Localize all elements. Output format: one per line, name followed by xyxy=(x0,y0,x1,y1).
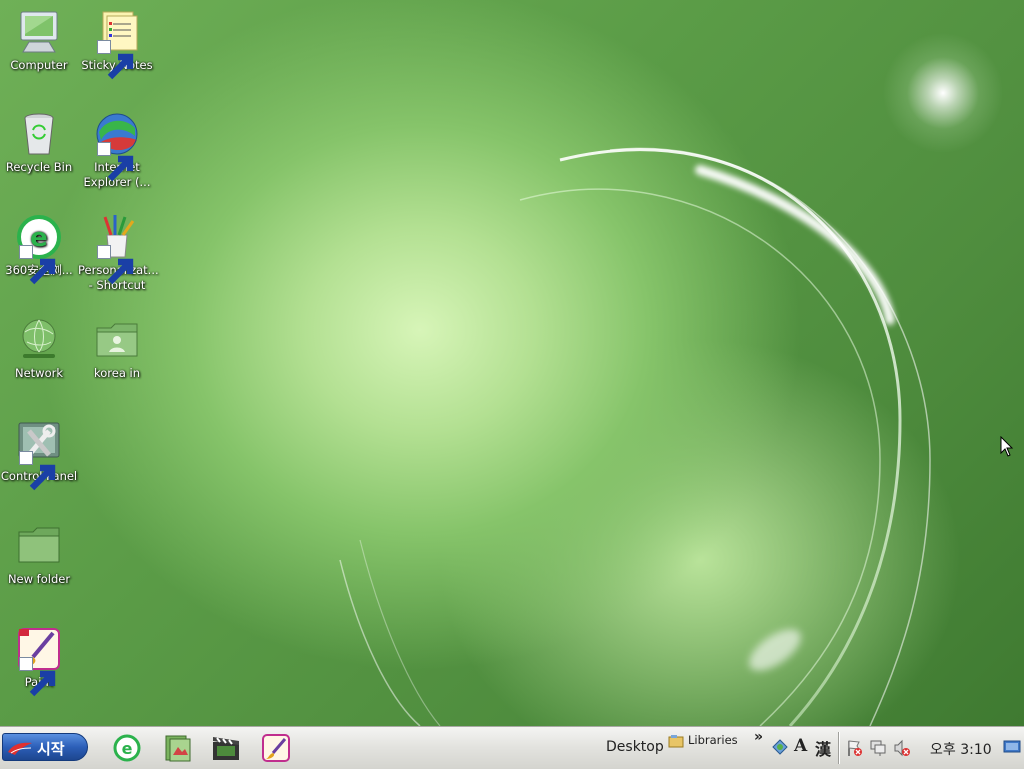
photo-viewer-icon xyxy=(165,735,191,762)
desktop-icon-new-folder[interactable]: New folder xyxy=(0,522,78,587)
desktop-icon-control-panel[interactable]: Control Panel xyxy=(0,419,78,491)
start-label: 시작 xyxy=(37,740,65,758)
network-icon xyxy=(15,316,63,364)
tray-divider xyxy=(838,732,840,764)
shortcut-arrow-icon xyxy=(19,657,56,697)
desktop-icon-recycle-bin[interactable]: Recycle Bin xyxy=(0,110,78,175)
quick-launch-paint[interactable] xyxy=(261,733,293,763)
quick-launch-media-player[interactable] xyxy=(211,733,243,763)
browser-icon: e xyxy=(113,734,141,762)
taskbar: 시작 e Desktop Libraries » A 漢 오후 3:10 xyxy=(0,726,1024,769)
desktop-icon-label: Computer xyxy=(10,58,68,72)
media-player-icon xyxy=(213,737,239,760)
desktop-icon-paint[interactable]: Paint xyxy=(0,625,78,697)
network-tray-icon[interactable] xyxy=(869,739,887,757)
desktop-icon-label: New folder xyxy=(7,572,71,586)
sticky-notes-icon xyxy=(93,8,141,80)
desktop-icon-label: Recycle Bin xyxy=(5,160,73,174)
user-folder-icon xyxy=(93,316,141,364)
show-desktop-icon[interactable] xyxy=(1003,739,1021,757)
ime-hanja-button[interactable]: 漢 xyxy=(815,736,831,760)
control-panel-icon xyxy=(15,419,63,491)
browser-360-icon: e xyxy=(15,213,63,285)
mouse-cursor-icon xyxy=(1000,435,1014,461)
desktop-toolbar[interactable]: Desktop xyxy=(606,739,664,755)
shortcut-arrow-icon xyxy=(97,142,134,182)
shortcut-arrow-icon xyxy=(97,245,134,285)
libraries-icon xyxy=(668,735,684,748)
desktop-icon-internet-explorer[interactable]: Internet Explorer (... xyxy=(78,110,156,190)
desktop-icon-label: Network xyxy=(14,366,64,380)
ime-mode-indicator[interactable]: A xyxy=(794,736,807,756)
paint-icon xyxy=(262,734,290,762)
desktop-icon-label: korea in xyxy=(93,366,141,380)
internet-explorer-icon xyxy=(93,110,141,182)
quick-launch-browser[interactable]: e xyxy=(112,733,144,763)
shortcut-arrow-icon xyxy=(97,40,134,80)
start-logo-icon xyxy=(8,742,32,755)
paint-icon xyxy=(15,625,63,697)
recycle-bin-icon xyxy=(15,110,63,158)
toolbar-overflow-chevron[interactable]: » xyxy=(754,729,763,745)
shortcut-arrow-icon xyxy=(19,451,56,491)
libraries-label: Libraries xyxy=(688,733,738,747)
folder-icon xyxy=(15,522,63,570)
desktop[interactable]: Computer Sticky Notes Recycle Bin Intern… xyxy=(0,0,1024,726)
language-bar-icon[interactable] xyxy=(771,738,789,756)
desktop-icon-360-browser[interactable]: e 360安全浏... xyxy=(0,213,78,285)
volume-muted-icon[interactable] xyxy=(893,739,911,757)
desktop-icon-network[interactable]: Network xyxy=(0,316,78,381)
action-center-flag-icon[interactable] xyxy=(846,739,864,757)
start-button[interactable]: 시작 xyxy=(2,733,88,761)
desktop-icon-computer[interactable]: Computer xyxy=(0,8,78,73)
shortcut-arrow-icon xyxy=(19,245,56,285)
personalization-icon xyxy=(93,213,141,285)
desktop-icon-sticky-notes[interactable]: Sticky Notes xyxy=(78,8,156,80)
computer-icon xyxy=(15,8,63,56)
desktop-icon-korea-in[interactable]: korea in xyxy=(78,316,156,381)
desktop-icon-personalization[interactable]: Personalizat... - Shortcut xyxy=(78,213,159,293)
clock[interactable]: 오후 3:10 xyxy=(930,739,992,759)
svg-text:e: e xyxy=(122,739,133,758)
quick-launch-photo-viewer[interactable] xyxy=(162,733,194,763)
